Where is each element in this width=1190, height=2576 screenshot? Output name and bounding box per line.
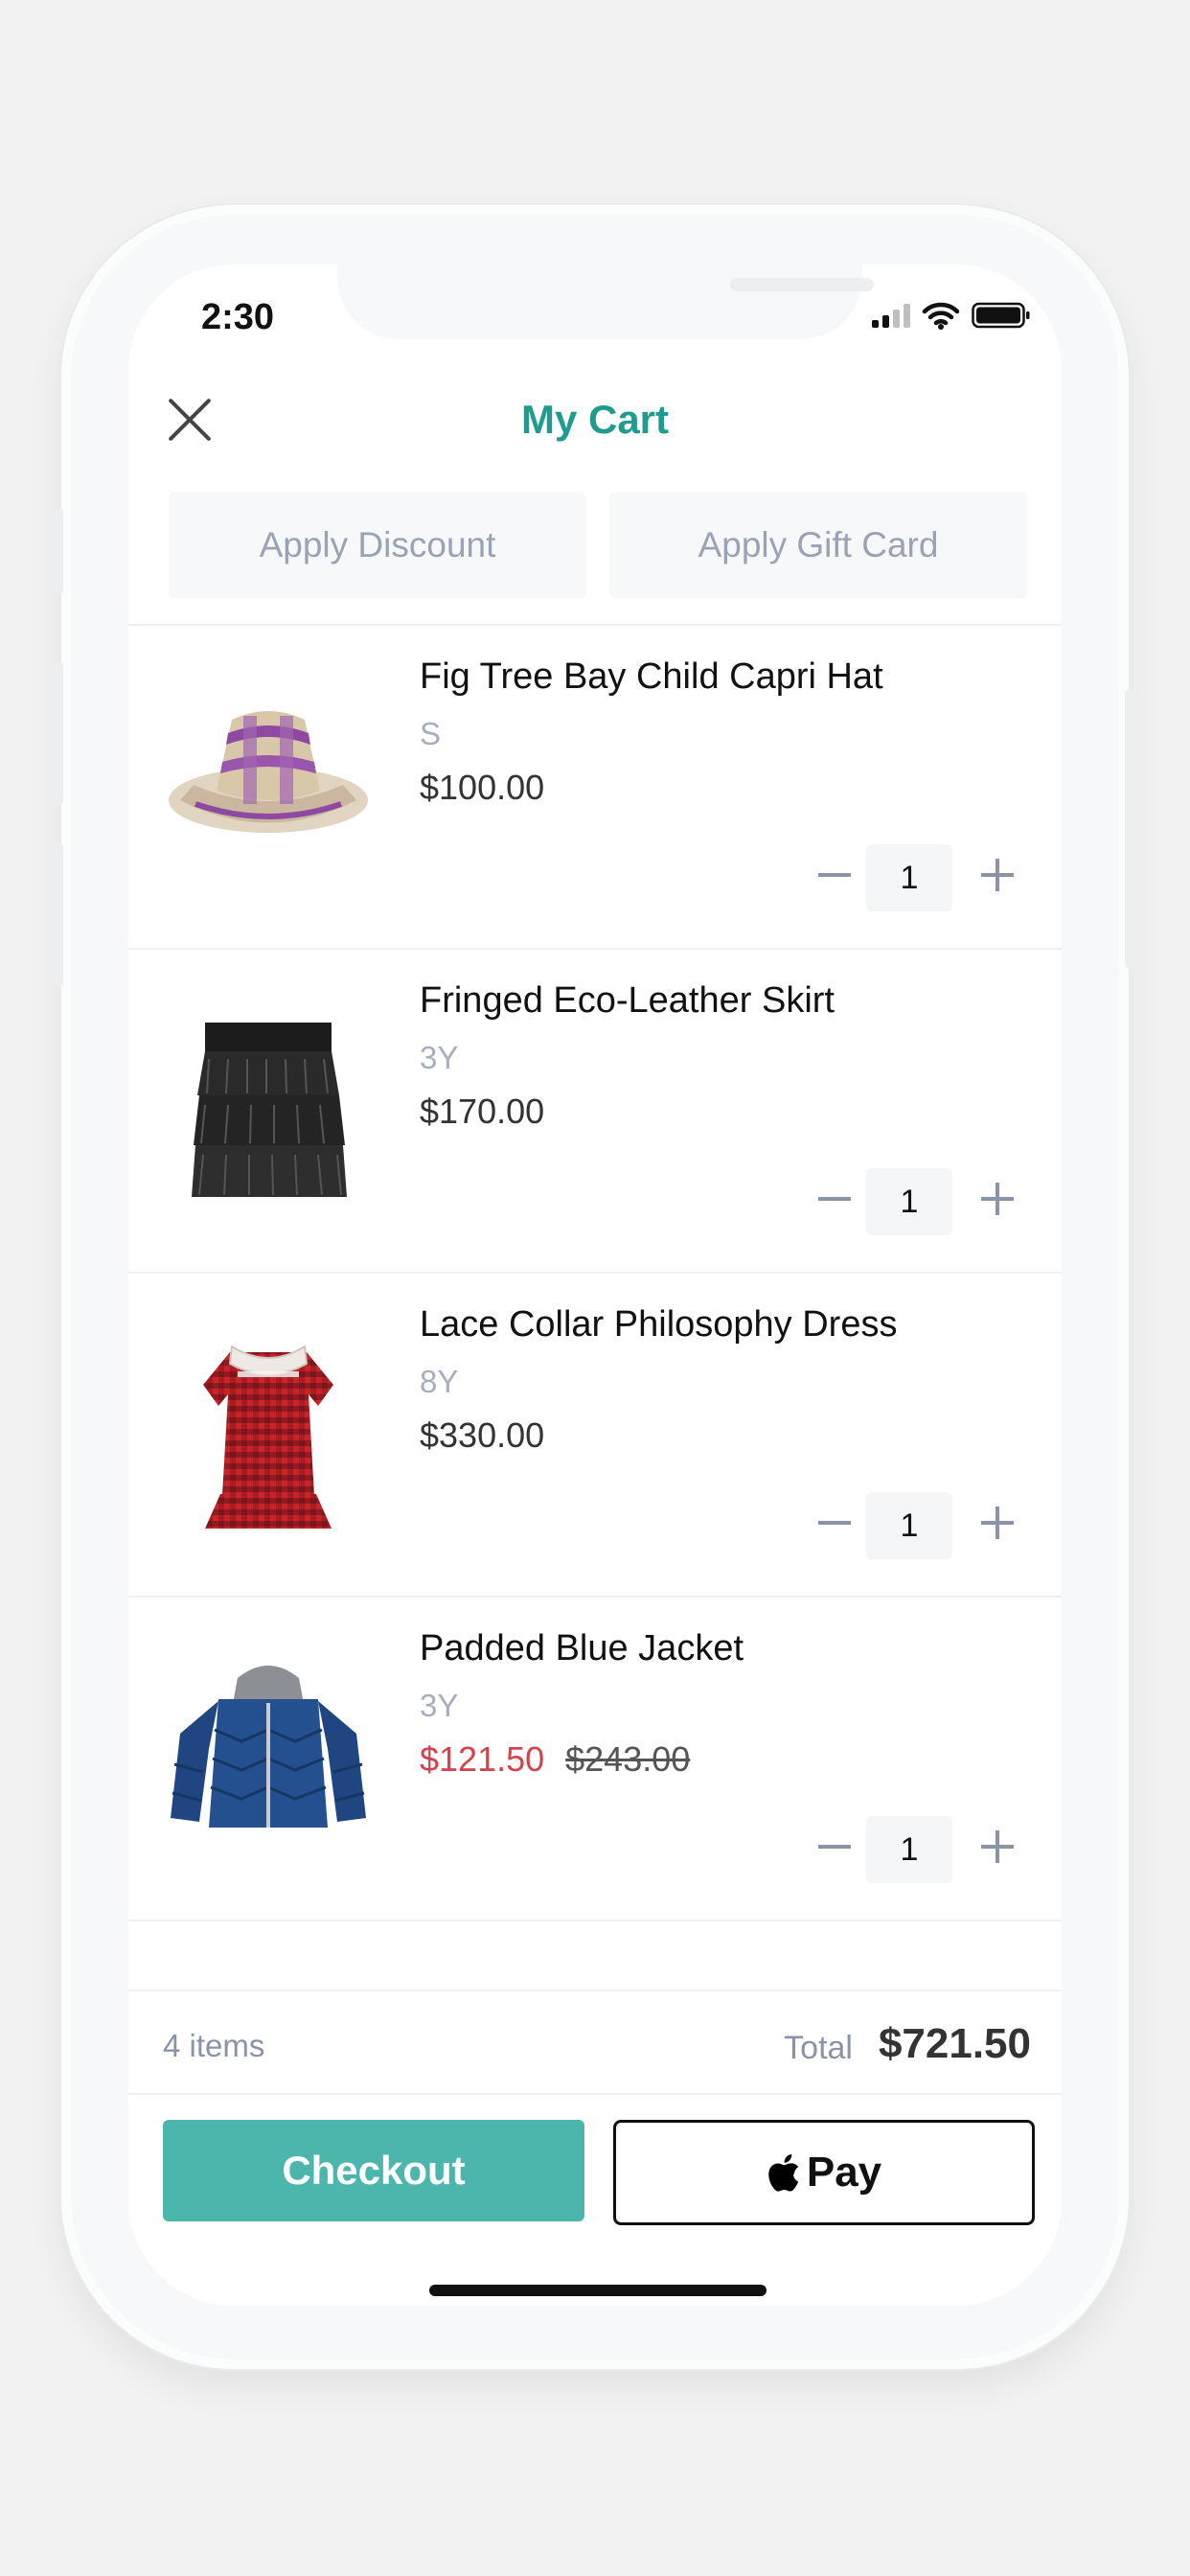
item-name[interactable]: Fig Tree Bay Child Capri Hat	[420, 656, 883, 698]
status-time: 2:30	[201, 297, 275, 337]
decrease-quantity-button[interactable]	[805, 1816, 866, 1877]
cart-item-list: Fig Tree Bay Child Capri Hat S $100.00 1…	[128, 624, 1062, 1921]
product-image-dress[interactable]	[161, 1325, 376, 1540]
increase-quantity-button[interactable]	[968, 1816, 1029, 1877]
product-image-hat[interactable]	[161, 678, 376, 892]
cart-header: My Cart	[128, 378, 1062, 464]
quantity-value[interactable]: 1	[866, 1168, 952, 1235]
apple-logo-icon	[768, 2153, 799, 2192]
notch	[337, 264, 874, 339]
cart-item: Padded Blue Jacket 3Y $121.50 $243.00 1	[128, 1596, 1062, 1921]
apply-gift-card-button[interactable]: Apply Gift Card	[609, 493, 1027, 598]
item-count: 4 items	[163, 2028, 265, 2063]
volume-down-button	[54, 843, 63, 987]
item-size: 3Y	[420, 1688, 459, 1723]
home-indicator[interactable]	[429, 2285, 767, 2296]
item-size: 3Y	[420, 1040, 459, 1075]
item-name[interactable]: Lace Collar Philosophy Dress	[420, 1304, 897, 1346]
cart-item: Fringed Eco-Leather Skirt 3Y $170.00 1	[128, 948, 1062, 1272]
divider	[128, 2093, 1062, 2095]
wifi-icon	[922, 302, 960, 330]
cart-summary: 4 items Total $721.50 Checkout Pay	[128, 1990, 1062, 2306]
increase-quantity-button[interactable]	[968, 1492, 1029, 1553]
power-button	[1125, 690, 1136, 968]
app-screen: 2:30 My Cart Apply Discount Apply Gift C…	[128, 264, 1062, 2306]
item-price: $100.00	[420, 768, 545, 807]
cellular-signal-icon	[872, 303, 910, 328]
item-price: $330.00	[420, 1415, 545, 1455]
volume-up-button	[54, 661, 63, 805]
quantity-value[interactable]: 1	[866, 844, 952, 911]
decrease-quantity-button[interactable]	[805, 1492, 866, 1553]
item-sale-price: $121.50	[420, 1739, 545, 1779]
item-price: $121.50 $243.00	[420, 1739, 690, 1780]
item-price: $170.00	[420, 1092, 545, 1131]
apple-pay-label: Pay	[806, 2149, 882, 2196]
page-title: My Cart	[520, 397, 670, 442]
item-name[interactable]: Fringed Eco-Leather Skirt	[420, 980, 835, 1022]
mute-switch	[54, 508, 63, 594]
total-value: $721.50	[878, 2020, 1031, 2067]
item-size: 8Y	[420, 1364, 459, 1399]
decrease-quantity-button[interactable]	[805, 1168, 866, 1230]
apply-discount-button[interactable]: Apply Discount	[169, 493, 586, 598]
quantity-value[interactable]: 1	[866, 1816, 952, 1883]
apple-pay-button[interactable]: Pay	[613, 2120, 1035, 2225]
cart-item: Fig Tree Bay Child Capri Hat S $100.00 1	[128, 624, 1062, 948]
speaker	[730, 278, 874, 291]
battery-icon	[972, 302, 1030, 329]
product-image-jacket[interactable]	[161, 1649, 376, 1864]
increase-quantity-button[interactable]	[968, 844, 1029, 906]
checkout-button[interactable]: Checkout	[163, 2120, 584, 2221]
item-size: S	[420, 716, 442, 751]
item-original-price: $243.00	[565, 1739, 691, 1779]
quantity-value[interactable]: 1	[866, 1492, 952, 1559]
cart-item: Lace Collar Philosophy Dress 8Y $330.00 …	[128, 1272, 1062, 1596]
decrease-quantity-button[interactable]	[805, 844, 866, 906]
status-icons	[872, 301, 1031, 330]
total-label: Total	[784, 2030, 853, 2066]
product-image-skirt[interactable]	[161, 1001, 376, 1216]
item-name[interactable]: Padded Blue Jacket	[420, 1628, 744, 1669]
increase-quantity-button[interactable]	[968, 1168, 1029, 1230]
